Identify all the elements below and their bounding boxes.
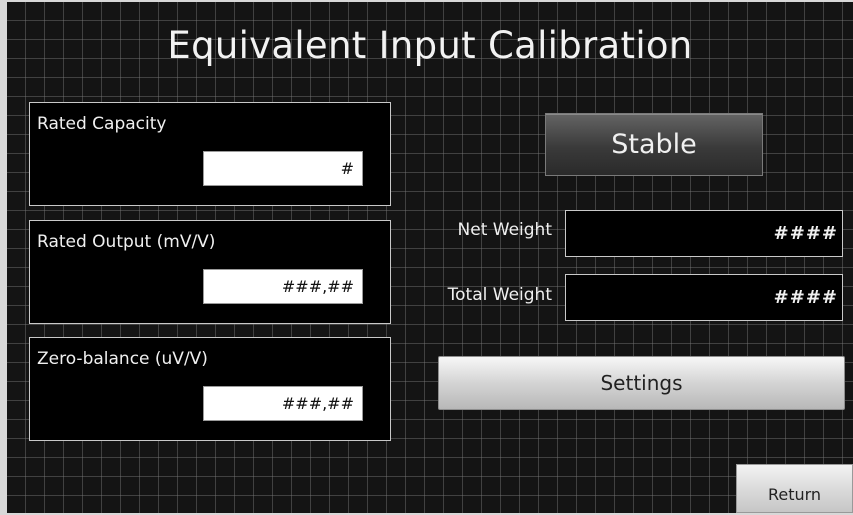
zero-balance-field[interactable]: ###,##: [203, 386, 363, 421]
net-weight-display: ####: [565, 210, 843, 257]
rated-output-field[interactable]: ###,##: [203, 269, 363, 304]
settings-button[interactable]: Settings: [438, 356, 845, 410]
calibration-screen: Equivalent Input Calibration Rated Capac…: [7, 2, 853, 513]
return-button[interactable]: Return: [736, 464, 853, 513]
stable-indicator: Stable: [545, 113, 763, 176]
zero-balance-label: Zero-balance (uV/V): [37, 349, 208, 369]
net-weight-label: Net Weight: [457, 220, 552, 240]
rated-output-label: Rated Output (mV/V): [37, 232, 216, 252]
total-weight-display: ####: [565, 274, 843, 321]
page-title: Equivalent Input Calibration: [167, 24, 693, 67]
rated-capacity-panel: Rated Capacity #: [29, 102, 391, 206]
rated-capacity-label: Rated Capacity: [37, 114, 167, 134]
zero-balance-panel: Zero-balance (uV/V) ###,##: [29, 337, 391, 441]
rated-capacity-field[interactable]: #: [203, 151, 363, 186]
rated-output-panel: Rated Output (mV/V) ###,##: [29, 220, 391, 324]
total-weight-label: Total Weight: [447, 285, 552, 305]
